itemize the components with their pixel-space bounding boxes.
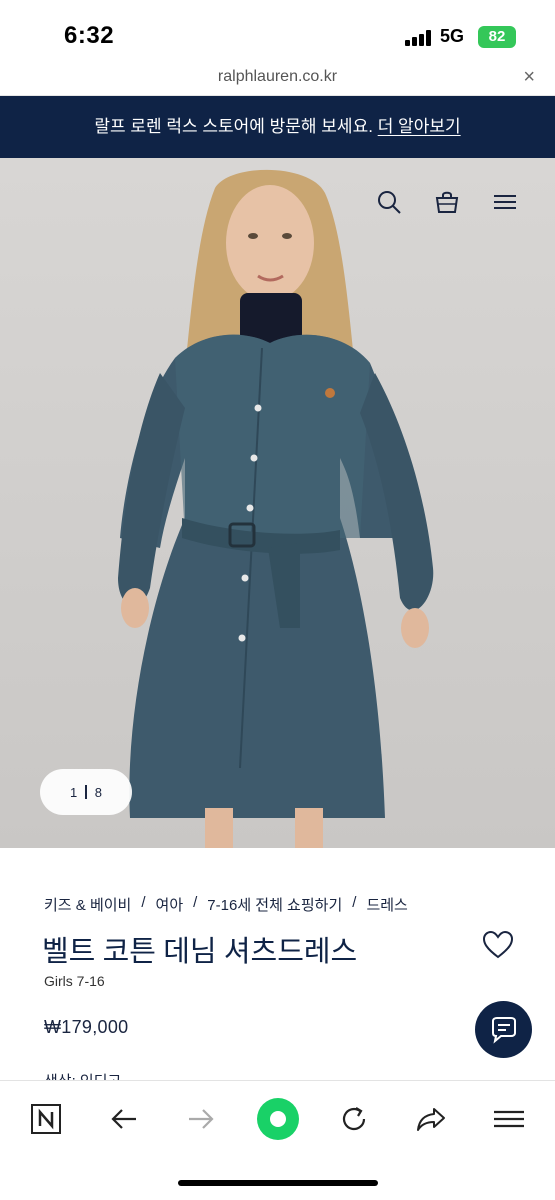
search-icon[interactable] [375, 188, 403, 216]
chat-button[interactable] [475, 1001, 532, 1058]
battery-level: 82 [488, 28, 506, 45]
signal-icon [405, 30, 435, 46]
breadcrumb-item[interactable]: 여아 [156, 894, 184, 915]
home-button[interactable] [256, 1097, 300, 1141]
pager-total: 8 [94, 784, 102, 800]
url-text[interactable]: ralphlauren.co.kr [0, 68, 555, 86]
back-arrow-icon [111, 1109, 136, 1129]
product-title: 벨트 코튼 데님 셔츠드레스 [42, 936, 358, 968]
green-home-icon [257, 1098, 299, 1140]
header-icons [375, 188, 519, 216]
share-icon [417, 1108, 445, 1131]
product-subtitle: Girls 7-16 [44, 973, 105, 989]
naver-n-button[interactable] [24, 1097, 68, 1141]
promo-learn-more-link[interactable]: 더 알아보기 [378, 117, 461, 136]
reload-button[interactable] [332, 1097, 376, 1141]
image-pager[interactable]: 1 8 [40, 769, 132, 815]
menu-icon[interactable] [491, 188, 519, 216]
heart-icon[interactable] [482, 930, 514, 960]
promo-banner: 랄프 로렌 럭스 스토어에 방문해 보세요. 더 알아보기 [0, 96, 555, 158]
breadcrumb-separator: / [352, 894, 357, 911]
product-hero-image[interactable]: 1 8 [0, 158, 555, 848]
product-photo [118, 169, 434, 848]
hamburger-icon [494, 1110, 524, 1128]
forward-arrow-icon [189, 1109, 214, 1129]
breadcrumb-item[interactable]: 7-16세 전체 쇼핑하기 [207, 894, 342, 915]
share-button[interactable] [409, 1097, 453, 1141]
breadcrumb-item[interactable]: 키즈 & 베이비 [44, 894, 131, 915]
breadcrumb-separator: / [193, 894, 198, 911]
network-label: 5G [440, 26, 465, 46]
promo-text: 랄프 로렌 럭스 스토어에 방문해 보세요. [94, 117, 373, 136]
breadcrumb-item[interactable]: 드레스 [366, 894, 407, 915]
breadcrumb: 키즈 & 베이비 / 여아 / 7-16세 전체 쇼핑하기 / 드레스 [44, 894, 408, 915]
url-bar[interactable]: ralphlauren.co.kr × [0, 62, 555, 96]
chat-icon [491, 1016, 516, 1044]
forward-button[interactable] [179, 1097, 223, 1141]
back-button[interactable] [102, 1097, 146, 1141]
hamburger-button[interactable] [487, 1097, 531, 1141]
close-icon[interactable]: × [523, 66, 535, 89]
breadcrumb-separator: / [141, 894, 146, 911]
product-price: ₩179,000 [44, 1017, 129, 1037]
pager-current: 1 [70, 784, 78, 800]
status-time: 6:32 [64, 22, 115, 49]
pager-divider [85, 785, 87, 799]
status-bar: 6:32 5G 82 [0, 0, 555, 62]
battery-icon: 82 [478, 26, 516, 48]
naver-n-icon [31, 1104, 61, 1134]
home-indicator [178, 1180, 378, 1186]
reload-icon [342, 1107, 366, 1131]
bag-icon[interactable] [433, 188, 461, 216]
